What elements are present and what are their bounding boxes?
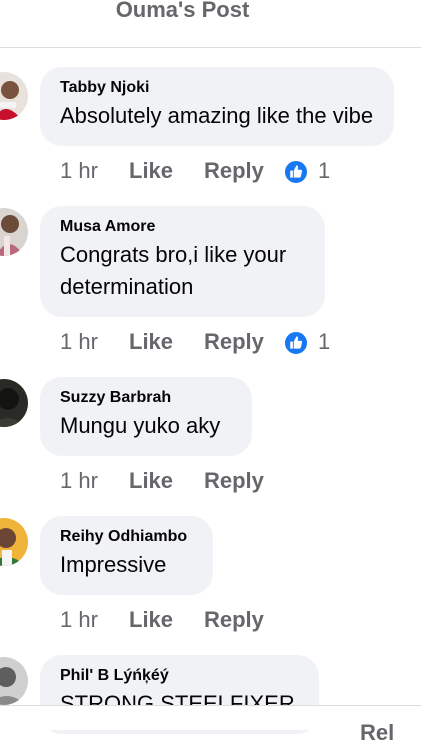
like-button[interactable]: Like xyxy=(129,607,173,633)
reply-button[interactable]: Reply xyxy=(204,329,264,355)
comment-time[interactable]: 1 hr xyxy=(60,329,98,355)
comment-text-line: Congrats bro,i like your xyxy=(60,242,287,267)
avatar[interactable] xyxy=(0,72,28,120)
comment-text: Mungu yuko aky xyxy=(60,413,221,438)
like-reaction-icon[interactable] xyxy=(284,331,308,355)
comment-actions: 1 hr Like Reply 1 xyxy=(60,329,360,359)
comment-text: Impressive xyxy=(60,552,167,577)
page-title: Ouma's Post xyxy=(115,0,250,22)
avatar[interactable] xyxy=(0,657,28,705)
comment-author[interactable]: Phil' B Lýńķéý xyxy=(60,666,299,686)
avatar[interactable] xyxy=(0,518,28,566)
comment-actions: 1 hr Like Reply 1 xyxy=(60,158,360,188)
comment-bubble[interactable]: Tabby Njoki Absolutely amazing like the … xyxy=(40,67,394,146)
like-button[interactable]: Like xyxy=(129,158,173,184)
comment-author[interactable]: Suzzy Barbrah xyxy=(60,388,232,408)
comment-actions: 1 hr Like Reply xyxy=(60,607,360,637)
reaction-count[interactable]: 1 xyxy=(318,158,330,184)
comment-bubble[interactable]: Suzzy Barbrah Mungu yuko aky xyxy=(40,377,252,456)
like-button[interactable]: Like xyxy=(129,468,173,494)
comment-bubble[interactable]: Musa Amore Congrats bro,i like your dete… xyxy=(40,206,325,317)
reply-button[interactable]: Reply xyxy=(204,468,264,494)
post-header: Ouma's Post xyxy=(0,0,421,48)
avatar[interactable] xyxy=(0,208,28,256)
comment-text: Absolutely amazing like the vibe xyxy=(60,103,374,128)
comment-bubble[interactable]: Reihy Odhiambo Impressive xyxy=(40,516,213,595)
like-button[interactable]: Like xyxy=(129,329,173,355)
comment-composer-bar: Rel xyxy=(0,705,421,745)
reply-button[interactable]: Reply xyxy=(204,158,264,184)
comment-time[interactable]: 1 hr xyxy=(60,607,98,633)
comment-author[interactable]: Tabby Njoki xyxy=(60,78,374,98)
comment-actions: 1 hr Like Reply xyxy=(60,468,360,498)
comment-time[interactable]: 1 hr xyxy=(60,468,98,494)
comment-text: Congrats bro,i like your determination xyxy=(60,239,305,303)
comment-text-line: determination xyxy=(60,274,194,299)
comment-time[interactable]: 1 hr xyxy=(60,158,98,184)
like-reaction-icon[interactable] xyxy=(284,160,308,184)
avatar[interactable] xyxy=(0,379,28,427)
composer-label[interactable]: Rel xyxy=(360,720,394,746)
reply-button[interactable]: Reply xyxy=(204,607,264,633)
comment-author[interactable]: Reihy Odhiambo xyxy=(60,527,193,547)
comment-author[interactable]: Musa Amore xyxy=(60,217,305,237)
reaction-count[interactable]: 1 xyxy=(318,329,330,355)
